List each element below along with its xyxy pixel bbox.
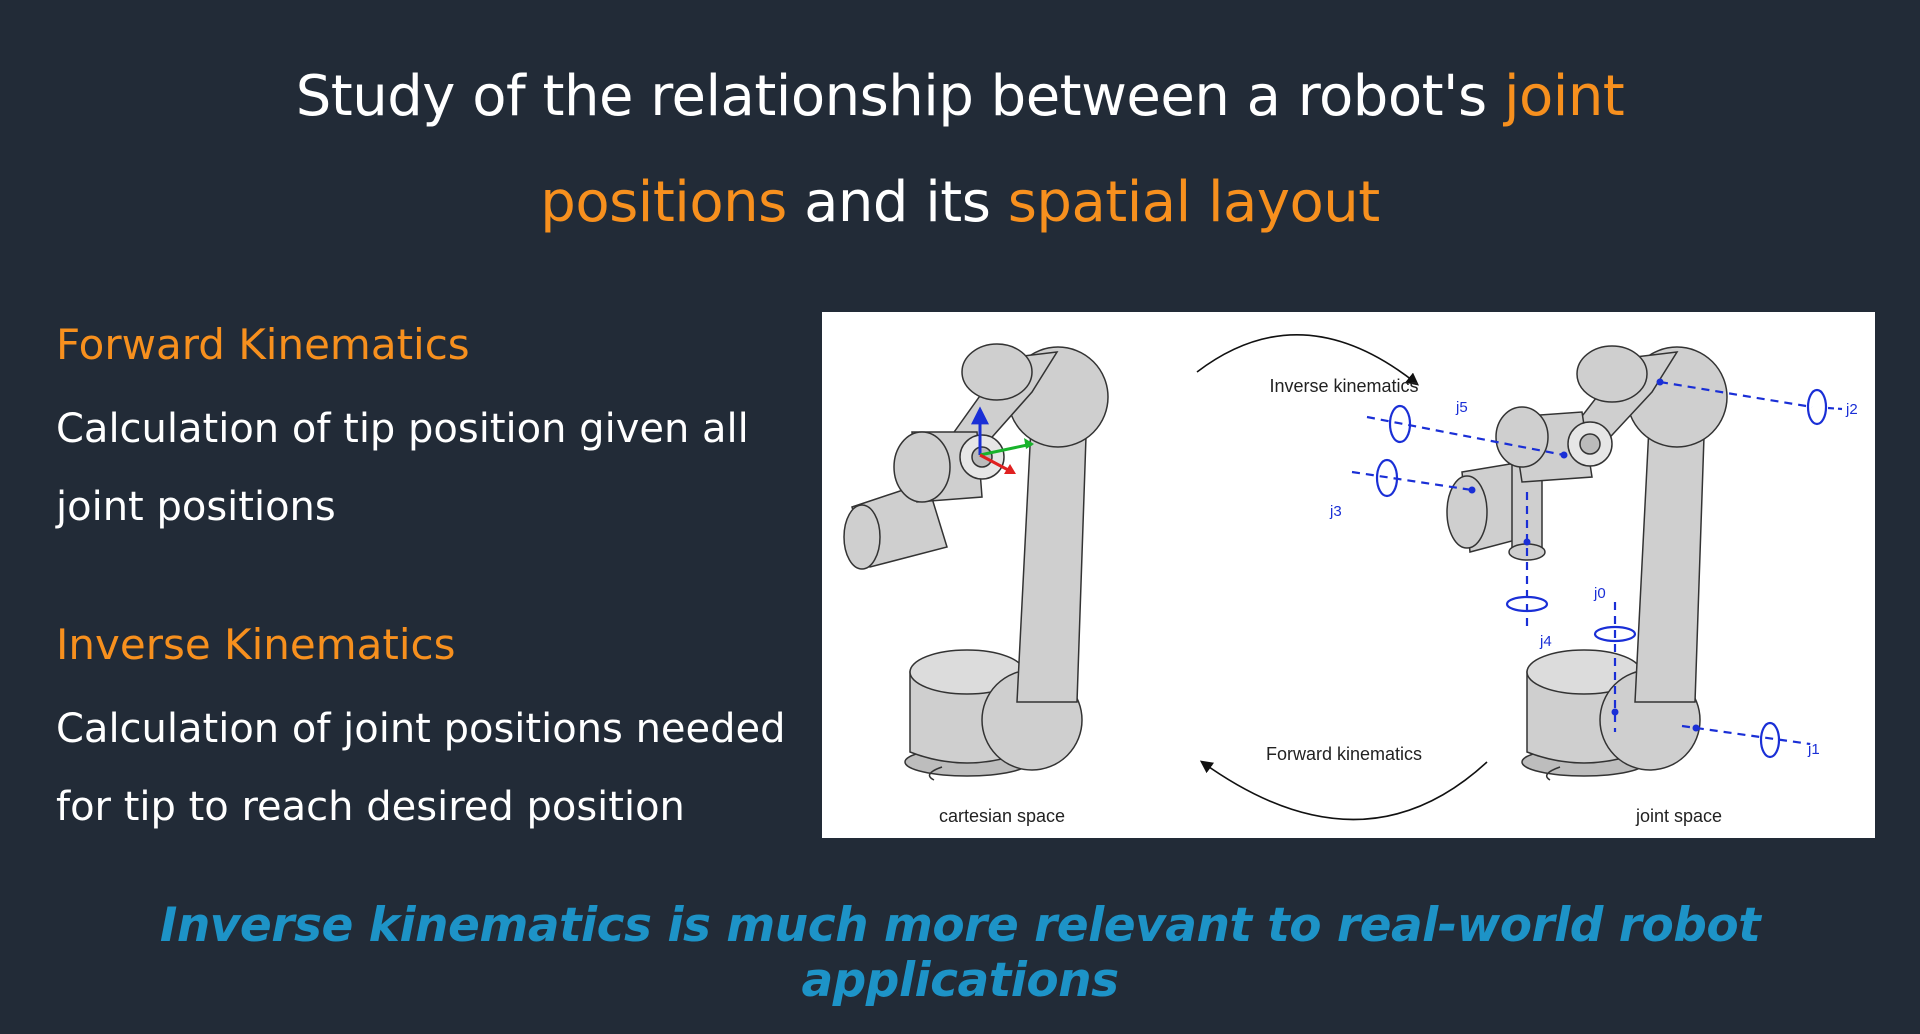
j1-label: j1 — [1807, 741, 1820, 758]
title-text-2: and its — [786, 170, 1008, 235]
robot-left-wrist-cap — [843, 504, 881, 570]
forward-kinematics-text: Calculation of tip position given all jo… — [56, 406, 749, 530]
j4-label: j4 — [1539, 633, 1552, 650]
forward-kinematics-label: Forward kinematics — [1266, 744, 1422, 764]
robot-left — [843, 343, 1109, 781]
inverse-kinematics-label: Inverse kinematics — [1269, 376, 1418, 396]
title-line-1: Study of the relationship between a robo… — [0, 44, 1920, 150]
diagram-svg: Inverse kinematics Forward kinematics j0… — [843, 333, 1858, 826]
j5-point — [1560, 451, 1568, 459]
forward-kinematics-heading: Forward Kinematics — [56, 320, 470, 369]
j2-rotation — [1806, 388, 1828, 426]
robot-left-wrist-joint — [893, 431, 951, 503]
cartesian-space-caption: cartesian space — [939, 806, 1065, 826]
title-line-2: positions and its spatial layout — [0, 150, 1920, 256]
title-highlight-joint: joint — [1503, 64, 1625, 129]
title-highlight-positions: positions — [540, 170, 787, 235]
j3-axis — [1351, 470, 1473, 492]
j1-rotation — [1759, 721, 1781, 759]
inverse-kinematics-text: Calculation of joint positions needed fo… — [56, 706, 786, 830]
j3-point — [1468, 486, 1476, 494]
robot-left-lower-arm — [1016, 406, 1088, 703]
j1-point — [1692, 724, 1700, 732]
j3-label: j3 — [1329, 503, 1342, 520]
title-highlight-spatial-layout: spatial layout — [1007, 170, 1380, 235]
j2-point — [1656, 378, 1664, 386]
j2-label: j2 — [1845, 401, 1858, 418]
j5-label: j5 — [1455, 399, 1468, 416]
footer-statement: Inverse kinematics is much more relevant… — [159, 898, 1761, 1008]
robot-right-upper-joint — [1576, 345, 1648, 403]
title-text-1: Study of the relationship between a robo… — [295, 64, 1504, 129]
j4-point — [1523, 538, 1531, 546]
kinematics-diagram: Inverse kinematics Forward kinematics j0… — [822, 312, 1875, 838]
inverse-kinematics-heading: Inverse Kinematics — [56, 620, 456, 669]
j2-axis-end — [1827, 406, 1843, 411]
robot-right-tool-center — [1579, 433, 1601, 455]
robot-right — [1446, 345, 1728, 781]
j0-label: j0 — [1593, 585, 1606, 602]
forward-arrow — [1199, 760, 1488, 821]
robot-left-upper-joint — [961, 343, 1033, 401]
robot-right-lower-arm — [1634, 406, 1706, 703]
slide-title: Study of the relationship between a robo… — [0, 44, 1920, 256]
joint-space-caption: joint space — [1635, 806, 1722, 826]
robot-right-wrist-joint — [1495, 406, 1549, 468]
j1-axis — [1681, 724, 1811, 746]
j0-point — [1611, 708, 1619, 716]
